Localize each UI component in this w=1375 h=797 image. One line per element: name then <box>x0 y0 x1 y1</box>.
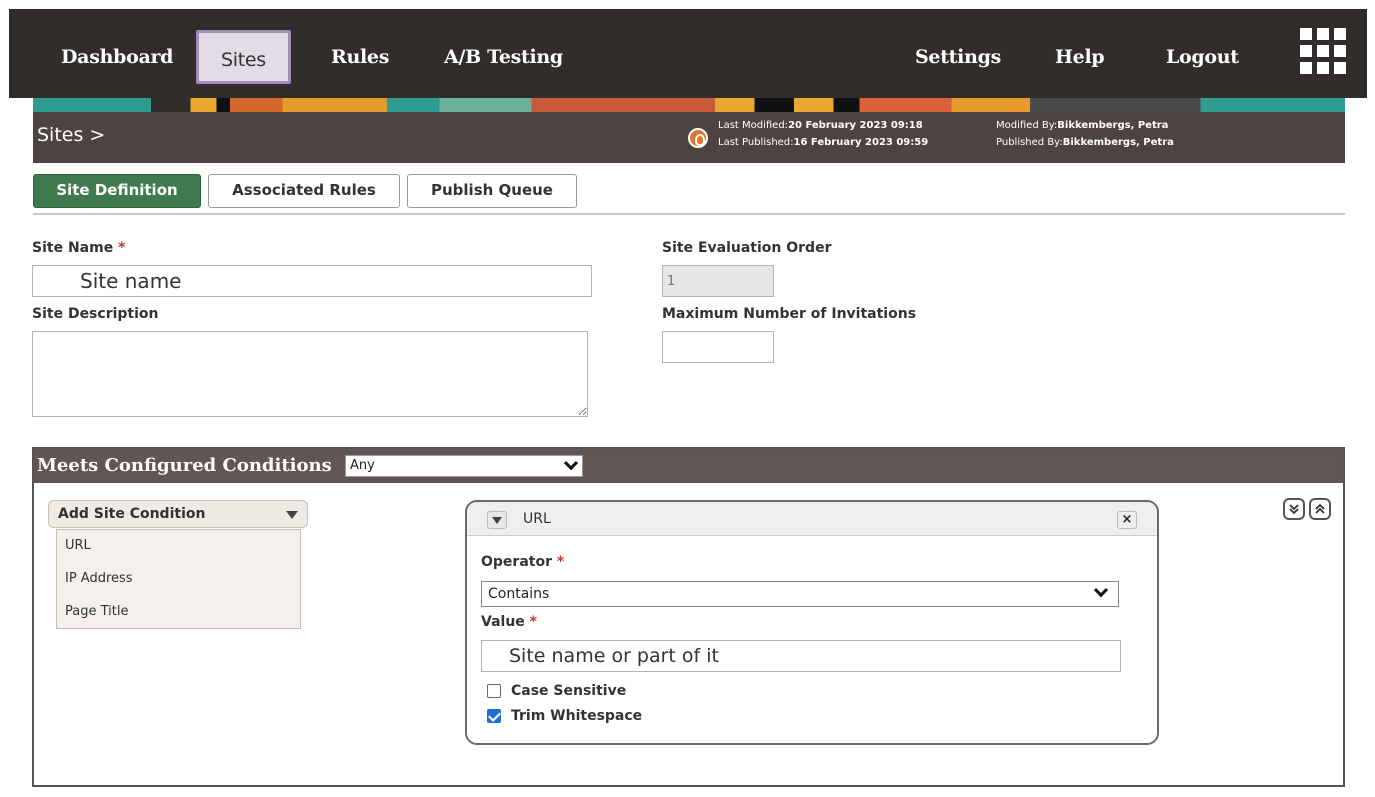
last-modified: Last Modified:20 February 2023 09:18 <box>718 120 923 131</box>
expand-all-button[interactable] <box>1283 498 1305 520</box>
operator-select[interactable]: Contains <box>481 581 1119 607</box>
evaluation-order-input <box>662 265 774 297</box>
max-invitations-input[interactable] <box>662 331 774 363</box>
url-condition-card: URL × Operator * Contains Value * Case S… <box>465 500 1159 745</box>
site-name-input[interactable] <box>32 265 592 297</box>
max-invitations-label: Maximum Number of Invitations <box>662 306 917 322</box>
url-card-title: URL <box>523 511 551 527</box>
nav-sites[interactable]: Sites <box>196 30 291 84</box>
collapse-toggle-button[interactable] <box>487 511 507 529</box>
menu-item-ip-address[interactable]: IP Address <box>57 563 300 595</box>
evaluation-order-label: Site Evaluation Order <box>662 240 832 256</box>
match-select-value: Any <box>350 458 375 473</box>
top-nav: Dashboard Sites Rules A/B Testing Settin… <box>9 9 1367 98</box>
operator-label: Operator * <box>481 554 565 570</box>
menu-item-page-title[interactable]: Page Title <box>57 596 300 628</box>
published-by: Published By:Bikkembergs, Petra <box>996 137 1174 148</box>
chevron-down-icon <box>563 456 579 471</box>
operator-select-value: Contains <box>488 586 550 602</box>
site-description-label: Site Description <box>32 306 159 322</box>
case-sensitive-label: Case Sensitive <box>511 683 627 699</box>
collapse-all-button[interactable] <box>1309 498 1331 520</box>
modified-by: Modified By:Bikkembergs, Petra <box>996 120 1169 131</box>
conditions-title: Meets Configured Conditions <box>37 455 332 476</box>
site-description-textarea[interactable] <box>32 331 588 417</box>
tab-publish-queue[interactable]: Publish Queue <box>407 174 577 208</box>
page-header: Sites > Last Modified:20 February 2023 0… <box>33 112 1345 163</box>
nav-settings[interactable]: Settings <box>915 9 1001 98</box>
dropdown-arrow-icon <box>286 511 298 519</box>
decorative-banner <box>33 98 1345 112</box>
trim-whitespace-checkbox[interactable] <box>487 709 501 723</box>
status-icon <box>688 128 708 148</box>
url-card-header: URL × <box>467 502 1157 536</box>
nav-logout[interactable]: Logout <box>1166 9 1239 98</box>
add-site-condition-button[interactable]: Add Site Condition <box>48 500 308 528</box>
value-label: Value * <box>481 614 537 630</box>
conditions-panel: Meets Configured Conditions Any Add Site… <box>32 447 1345 787</box>
last-published: Last Published:16 February 2023 09:59 <box>718 137 929 148</box>
tab-site-definition[interactable]: Site Definition <box>33 174 201 208</box>
match-select[interactable]: Any <box>345 455 583 477</box>
nav-dashboard[interactable]: Dashboard <box>61 9 173 98</box>
site-name-label: Site Name * <box>32 240 126 256</box>
tab-divider <box>33 213 1345 215</box>
close-condition-button[interactable]: × <box>1117 511 1137 529</box>
value-input[interactable] <box>481 640 1121 672</box>
nav-help[interactable]: Help <box>1055 9 1105 98</box>
add-condition-menu: URL IP Address Page Title <box>56 529 301 629</box>
breadcrumb[interactable]: Sites > <box>37 124 105 146</box>
case-sensitive-checkbox[interactable] <box>487 684 501 698</box>
chevron-down-icon <box>1093 583 1109 598</box>
tab-associated-rules[interactable]: Associated Rules <box>208 174 400 208</box>
menu-item-url[interactable]: URL <box>57 530 300 562</box>
trim-whitespace-label: Trim Whitespace <box>511 708 643 724</box>
double-chevron-down-icon <box>1289 504 1299 515</box>
triangle-down-icon <box>492 517 502 524</box>
double-chevron-up-icon <box>1315 503 1325 514</box>
conditions-header: Meets Configured Conditions Any <box>34 449 1343 483</box>
apps-grid-icon[interactable] <box>1300 28 1346 74</box>
nav-rules[interactable]: Rules <box>331 9 389 98</box>
add-site-condition-label: Add Site Condition <box>58 506 206 522</box>
nav-ab-testing[interactable]: A/B Testing <box>444 9 563 98</box>
